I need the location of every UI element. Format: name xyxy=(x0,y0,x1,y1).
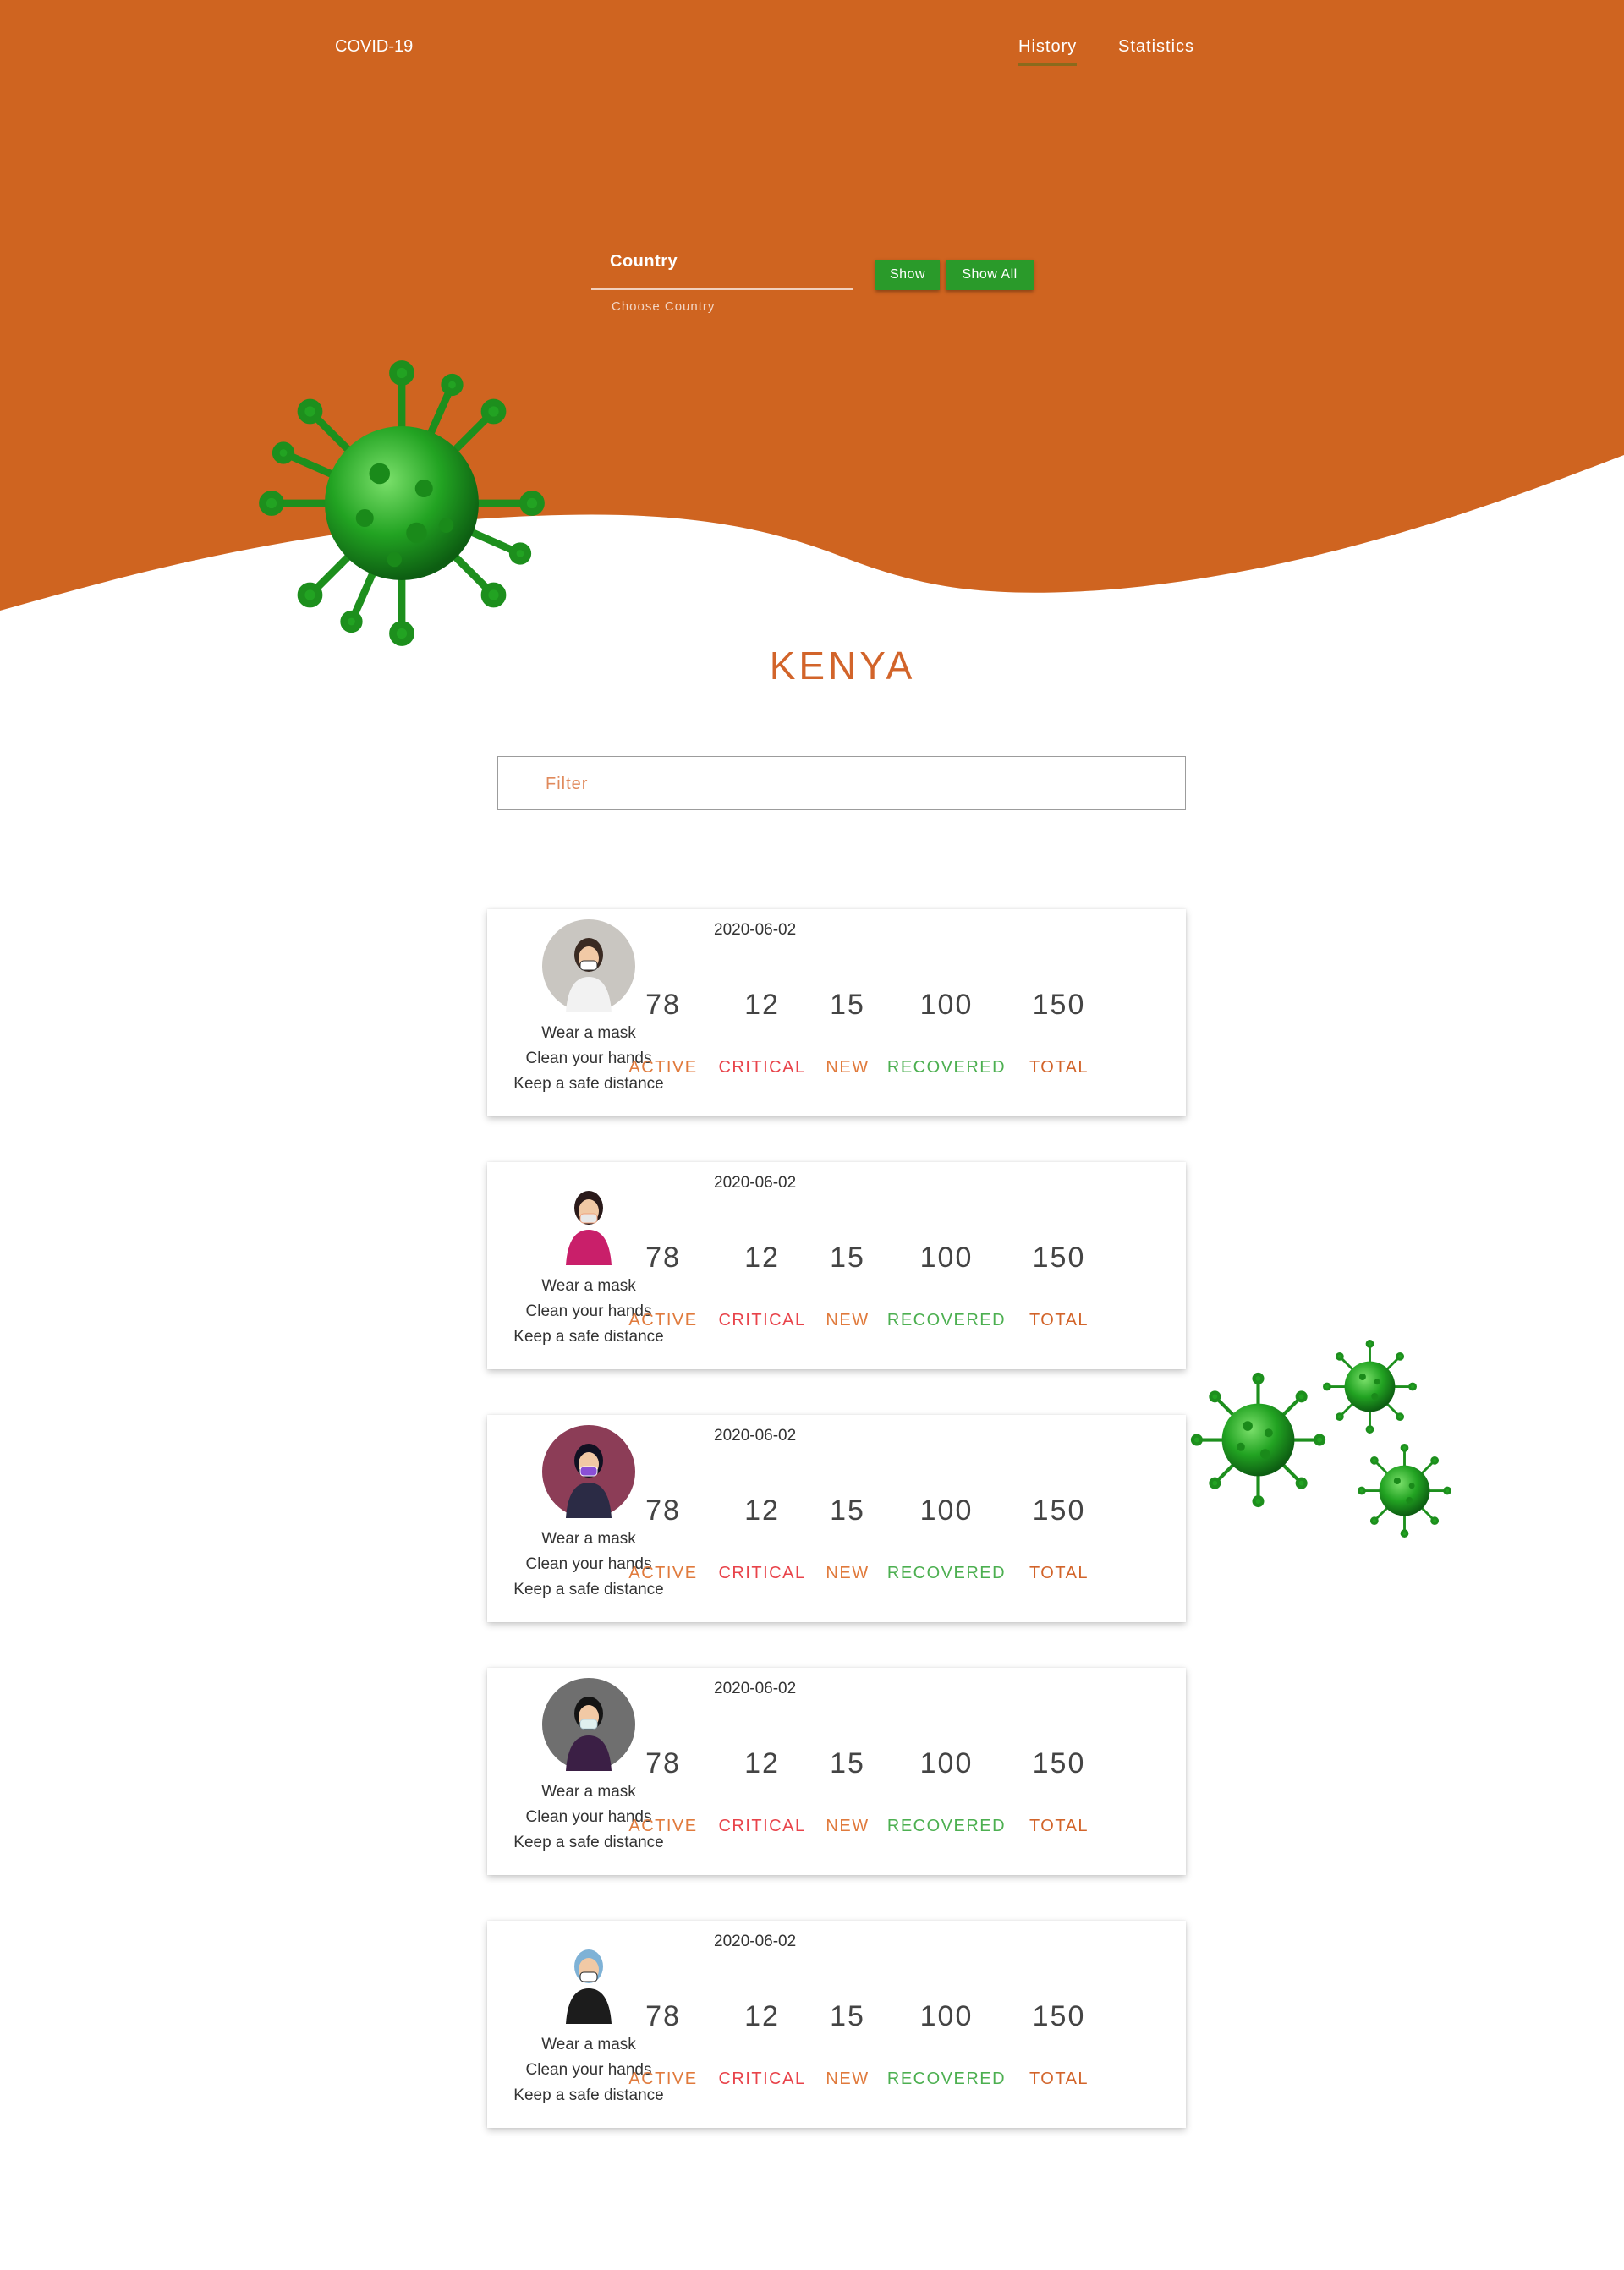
stat-value-active: 78 xyxy=(645,1242,681,1274)
card-date: 2020-06-02 xyxy=(714,1933,797,1950)
stat-label-total: TOTAL xyxy=(1029,1817,1089,1835)
history-card: Wear a mask Clean your hands Keep a safe d… xyxy=(487,1921,1186,2128)
stat-value-active: 78 xyxy=(645,1747,681,1779)
filter-input[interactable] xyxy=(544,769,1139,799)
stat-value-active: 78 xyxy=(645,2000,681,2032)
country-select-underline[interactable] xyxy=(591,288,853,290)
safety-tip: Wear a mask xyxy=(541,1024,636,1042)
stat-value-active: 78 xyxy=(645,1494,681,1527)
card-date: 2020-06-02 xyxy=(714,1427,797,1445)
virus-icon xyxy=(259,360,545,646)
stat-value-new: 15 xyxy=(830,1494,865,1527)
stat-label-total: TOTAL xyxy=(1029,1311,1089,1330)
virus-icon xyxy=(1358,1444,1451,1538)
history-card: Wear a mask Clean your hands Keep a safe d… xyxy=(487,1415,1186,1622)
history-card: Wear a mask Clean your hands Keep a safe d… xyxy=(487,1668,1186,1875)
card-date: 2020-06-02 xyxy=(714,1174,797,1192)
stat-value-recovered: 100 xyxy=(919,2000,974,2032)
country-title: KENYA xyxy=(769,644,916,688)
stat-label-total: TOTAL xyxy=(1029,2070,1089,2088)
stat-value-total: 150 xyxy=(1032,1494,1086,1527)
stat-value-new: 15 xyxy=(830,2000,865,2032)
stat-label-recovered: RECOVERED xyxy=(886,1311,1007,1330)
stat-value-total: 150 xyxy=(1032,989,1086,1021)
stat-value-new: 15 xyxy=(830,1747,865,1779)
stat-value-total: 150 xyxy=(1032,1747,1086,1779)
card-date: 2020-06-02 xyxy=(714,1680,797,1697)
card-date: 2020-06-02 xyxy=(714,921,797,939)
nav-statistics-link[interactable]: Statistics xyxy=(1118,37,1194,57)
safety-tip: Wear a mask xyxy=(541,1277,636,1295)
show-button[interactable]: Show xyxy=(875,260,940,290)
stat-value-active: 78 xyxy=(645,989,681,1021)
nav-history-link[interactable]: History xyxy=(1018,37,1078,66)
safety-tip: Wear a mask xyxy=(541,2036,636,2053)
stat-value-recovered: 100 xyxy=(919,989,974,1021)
stat-value-recovered: 100 xyxy=(919,1747,974,1779)
stat-value-new: 15 xyxy=(830,1242,865,1274)
show-all-button[interactable]: Show All xyxy=(946,260,1034,290)
history-card: Wear a mask Clean your hands Keep a safe d… xyxy=(487,1162,1186,1369)
stat-label-recovered: RECOVERED xyxy=(886,1564,1007,1582)
brand-title[interactable]: COVID-19 xyxy=(335,37,413,57)
stat-label-total: TOTAL xyxy=(1029,1564,1089,1582)
stat-label-recovered: RECOVERED xyxy=(886,1817,1007,1835)
virus-icon xyxy=(1190,1372,1326,1508)
hero-banner: COVID-19 History Statistics Country Choo… xyxy=(0,0,1624,643)
stat-value-total: 150 xyxy=(1032,2000,1086,2032)
country-select-label[interactable]: Country xyxy=(610,252,678,271)
stat-label-total: TOTAL xyxy=(1029,1058,1089,1077)
stat-value-recovered: 100 xyxy=(919,1242,974,1274)
stat-value-recovered: 100 xyxy=(919,1494,974,1527)
virus-icon xyxy=(1323,1340,1417,1434)
safety-tip: Wear a mask xyxy=(541,1783,636,1801)
filter-field[interactable] xyxy=(497,756,1186,810)
history-card: Wear a mask Clean your hands Keep a safe d… xyxy=(487,909,1186,1116)
stat-label-recovered: RECOVERED xyxy=(886,2070,1007,2088)
stat-value-new: 15 xyxy=(830,989,865,1021)
country-helper-text: Choose Country xyxy=(612,299,716,314)
stat-value-total: 150 xyxy=(1032,1242,1086,1274)
stat-label-recovered: RECOVERED xyxy=(886,1058,1007,1077)
hero-wave-background xyxy=(0,0,1624,611)
safety-tip: Wear a mask xyxy=(541,1530,636,1548)
